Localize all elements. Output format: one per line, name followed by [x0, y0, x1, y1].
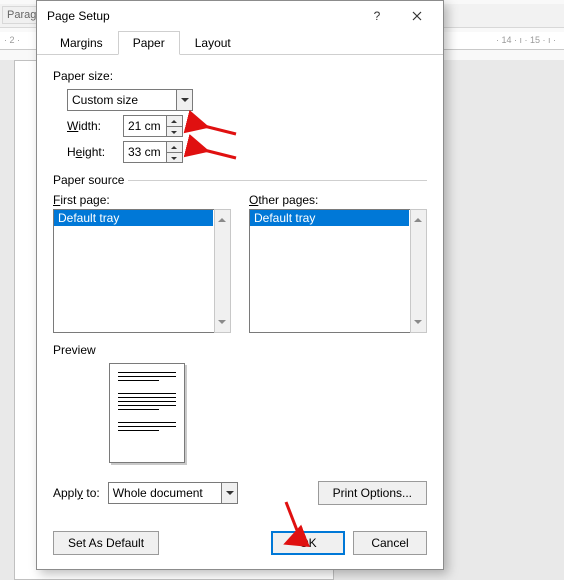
paper-source-label: Paper source: [53, 173, 128, 187]
paper-size-select[interactable]: Custom size: [67, 89, 193, 111]
width-value: 21 cm: [128, 119, 161, 133]
apply-to-select[interactable]: Whole document: [108, 482, 238, 504]
ok-button[interactable]: OK: [271, 531, 345, 555]
help-button[interactable]: ?: [357, 2, 397, 30]
list-item[interactable]: Default tray: [250, 210, 409, 226]
height-spinner[interactable]: 33 cm: [123, 141, 183, 163]
set-as-default-button[interactable]: Set As Default: [53, 531, 159, 555]
paper-size-value: Custom size: [72, 93, 138, 107]
first-page-label: First page:: [53, 193, 231, 207]
dialog-body: Paper size: Custom size Width: 21 cm Hei…: [37, 55, 443, 521]
tab-margins-label: Margins: [60, 36, 103, 50]
titlebar[interactable]: Page Setup ?: [37, 1, 443, 31]
preview-thumbnail: [109, 363, 185, 463]
dialog-title: Page Setup: [47, 9, 357, 23]
list-item[interactable]: Default tray: [54, 210, 213, 226]
dialog-footer: Set As Default OK Cancel: [37, 521, 443, 569]
cancel-label: Cancel: [371, 536, 408, 550]
tab-paper[interactable]: Paper: [118, 31, 180, 55]
cancel-button[interactable]: Cancel: [353, 531, 427, 555]
paper-source-group: Paper source First page: Default tray Ot…: [53, 173, 427, 333]
tab-strip: Margins Paper Layout: [37, 31, 443, 55]
set-as-default-label: Set As Default: [68, 536, 144, 550]
scrollbar[interactable]: [214, 209, 231, 333]
other-pages-listbox[interactable]: Default tray: [249, 209, 427, 333]
spinner-buttons[interactable]: [166, 115, 183, 137]
ok-label: OK: [299, 536, 316, 550]
close-icon: [412, 11, 422, 21]
paper-size-label: Paper size:: [53, 69, 427, 83]
print-options-button[interactable]: Print Options...: [318, 481, 427, 505]
other-pages-label: Other pages:: [249, 193, 427, 207]
tab-layout-label: Layout: [195, 36, 231, 50]
width-spinner[interactable]: 21 cm: [123, 115, 183, 137]
spinner-buttons[interactable]: [166, 141, 183, 163]
chevron-down-icon: [176, 89, 193, 111]
page-setup-dialog: Page Setup ? Margins Paper Layout Paper …: [36, 0, 444, 570]
width-label: Width:: [67, 119, 115, 133]
scrollbar[interactable]: [410, 209, 427, 333]
tab-margins[interactable]: Margins: [45, 31, 118, 55]
apply-to-value: Whole document: [113, 486, 203, 500]
height-value: 33 cm: [128, 145, 161, 159]
chevron-down-icon: [221, 482, 238, 504]
tab-paper-label: Paper: [133, 36, 165, 50]
ruler-mark-left: · 2 ·: [4, 35, 20, 45]
tab-layout[interactable]: Layout: [180, 31, 246, 55]
ruler-mark-right: · 14 · ı · 15 · ı ·: [496, 35, 556, 45]
height-label: Height:: [67, 145, 115, 159]
print-options-label: Print Options...: [333, 486, 412, 500]
apply-to-label: Apply to:: [53, 486, 100, 500]
first-page-listbox[interactable]: Default tray: [53, 209, 231, 333]
preview-label: Preview: [53, 343, 427, 357]
close-button[interactable]: [397, 2, 437, 30]
